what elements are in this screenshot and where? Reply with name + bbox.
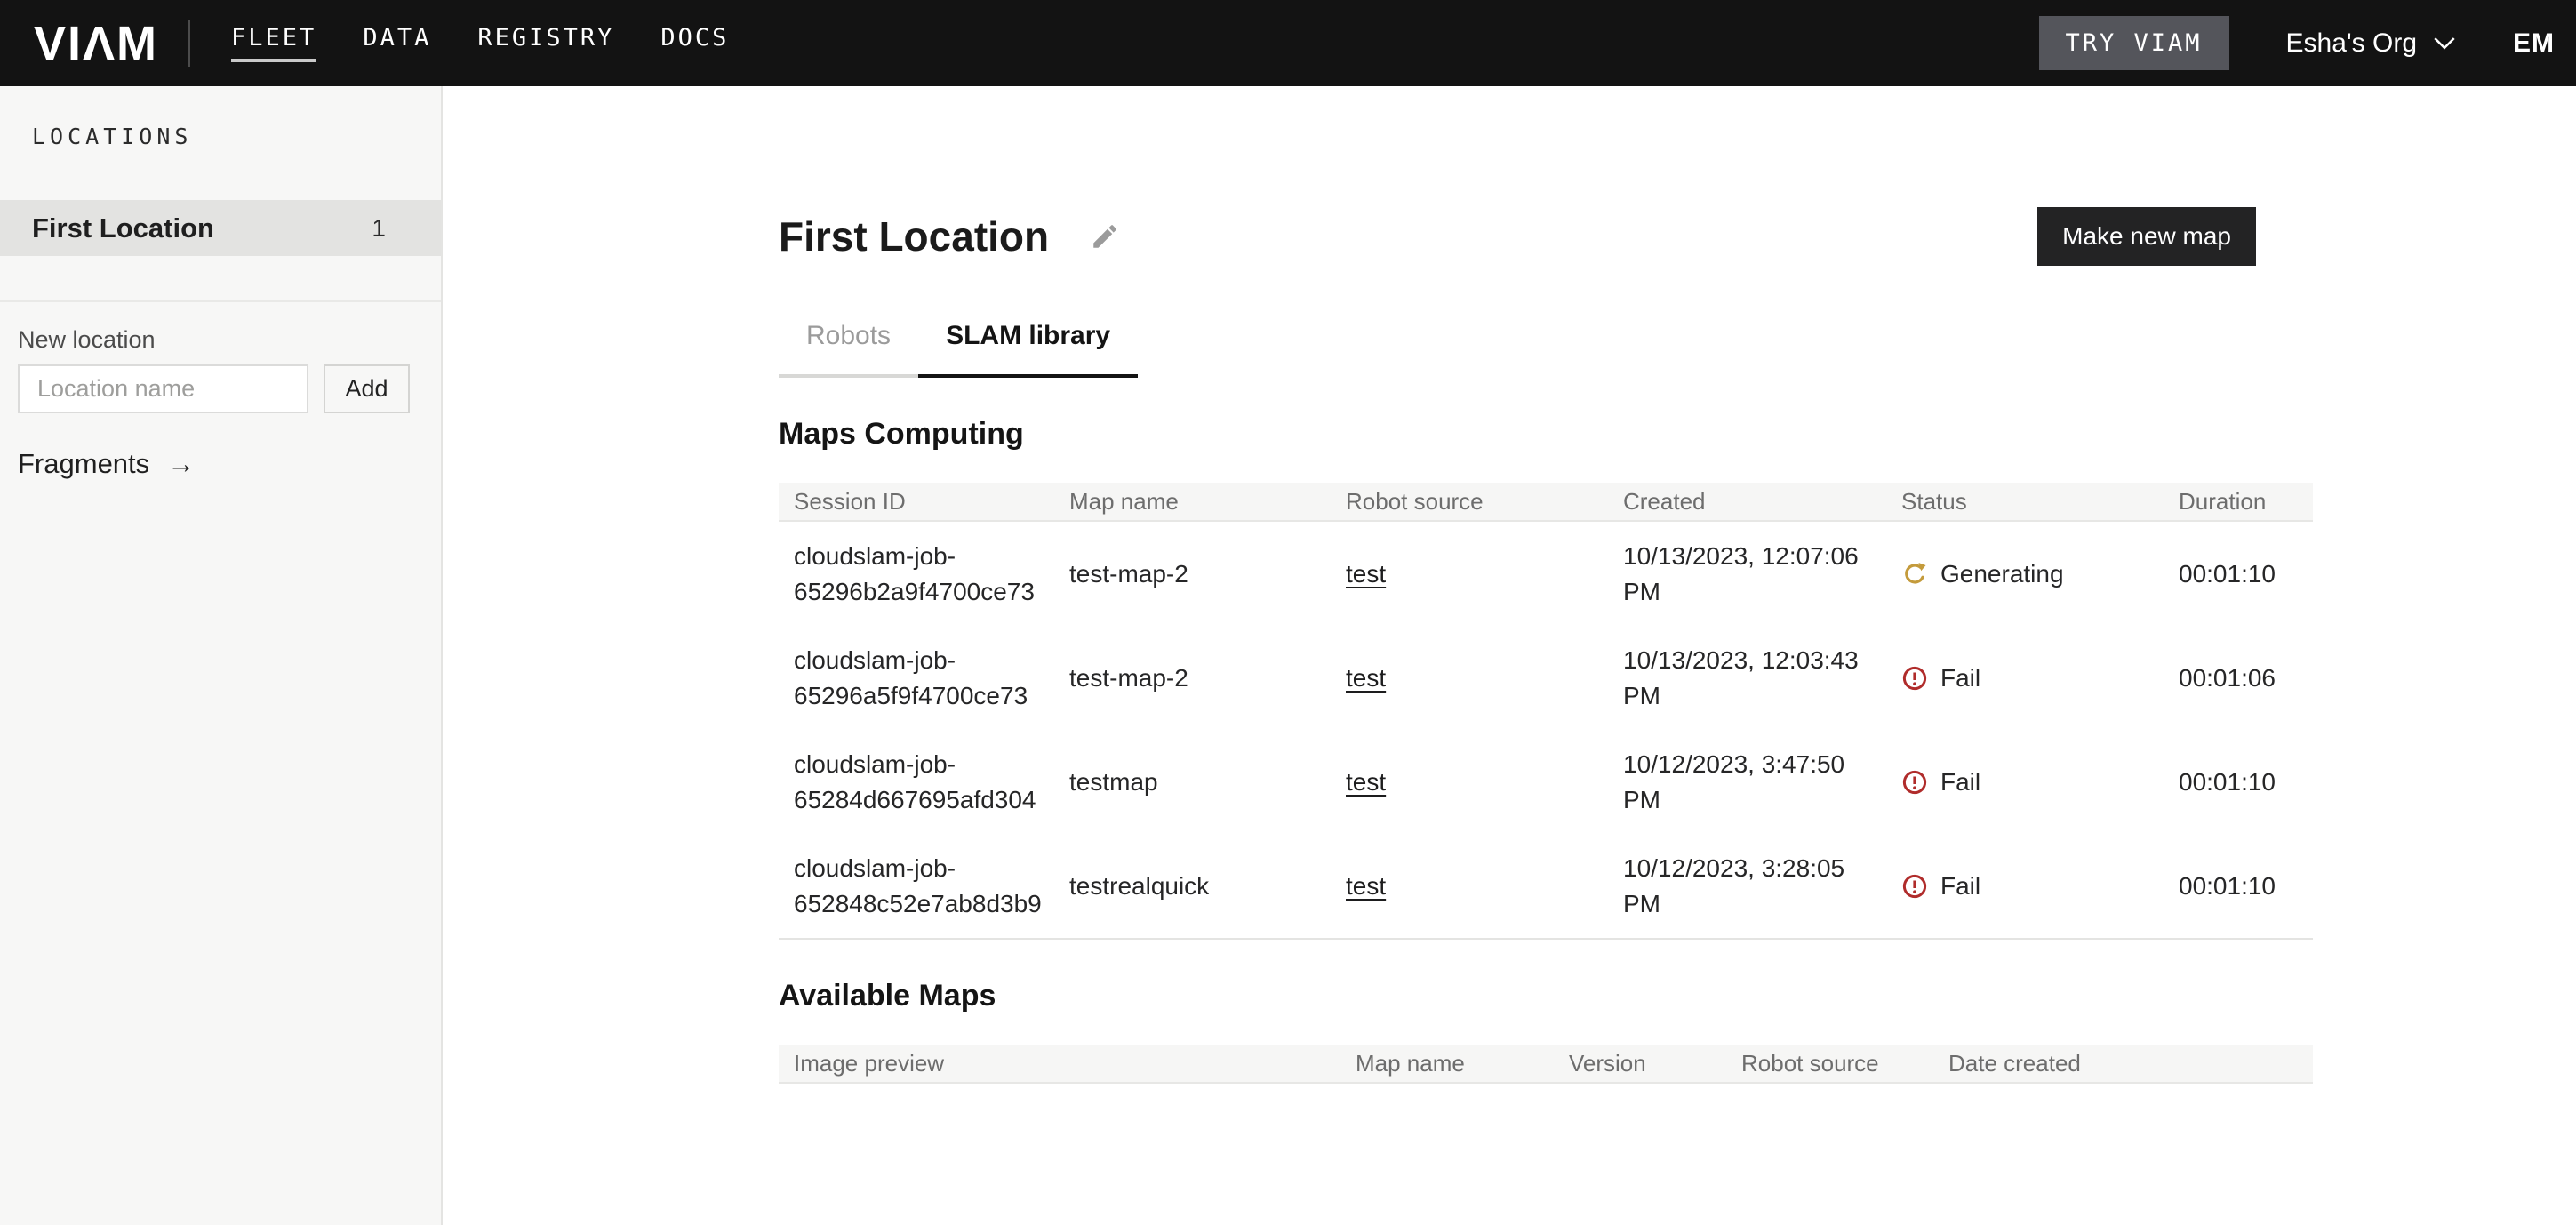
duration-cell: 00:01:10 (2164, 544, 2313, 604)
sidebar-heading: LOCATIONS (32, 124, 192, 149)
session-id-cell: cloudslam-job-652848c52e7ab8d3b9 (779, 838, 1054, 934)
duration-cell: 00:01:06 (2164, 648, 2313, 709)
arrow-right-icon: → (167, 448, 195, 480)
map-name-cell: test-map-2 (1054, 544, 1331, 604)
robot-source-cell: test (1331, 856, 1608, 917)
status-cell: Fail (1886, 648, 2164, 709)
tab[interactable]: Robots (779, 321, 918, 378)
location-name-input[interactable] (18, 364, 308, 413)
map-name-cell: test-map-2 (1054, 648, 1331, 709)
column-header: Duration (2164, 488, 2313, 516)
column-header: Robot source (1331, 488, 1608, 516)
status-cell: Generating (1886, 544, 2164, 604)
robot-source-cell: test (1331, 544, 1608, 604)
top-nav: VIΛM FLEET DATA REGISTRY DOCS TRY VIAM Esha… (0, 0, 2576, 86)
available-maps-table-body (779, 1084, 2313, 1225)
maps-computing-heading: Maps Computing (779, 417, 2313, 452)
new-location-label: New location (18, 326, 156, 354)
title-row: First Location Make new map (779, 207, 2313, 266)
column-header: Image preview (779, 1050, 1340, 1077)
viam-logo[interactable]: VIΛM (34, 16, 158, 71)
column-header: Map name (1054, 488, 1331, 516)
add-location-button[interactable]: Add (324, 364, 410, 413)
created-cell: 10/12/2023, 3:28:05 PM (1608, 838, 1886, 934)
available-maps-table-header: Image previewMap nameVersionRobot source… (779, 1045, 2313, 1084)
column-header: Status (1886, 488, 2164, 516)
nav-item[interactable]: DATA (363, 24, 431, 62)
nav-item[interactable]: FLEET (231, 24, 316, 62)
location-list-item[interactable]: First Location 1 (0, 200, 441, 256)
duration-cell: 00:01:10 (2164, 752, 2313, 813)
status-cell: Fail (1886, 856, 2164, 917)
locations-list: First Location 1 (0, 200, 441, 256)
nav-right: TRY VIAM Esha's Org EM (2039, 16, 2556, 70)
chevron-down-icon (2433, 36, 2456, 50)
new-location-form: Add (18, 364, 410, 413)
make-new-map-button[interactable]: Make new map (2037, 207, 2256, 266)
session-id-cell: cloudslam-job-65296a5f9f4700ce73 (779, 630, 1054, 726)
generating-refresh-icon (1901, 561, 1928, 588)
status-label: Generating (1940, 556, 2064, 592)
status-cell: Fail (1886, 752, 2164, 813)
try-viam-button[interactable]: TRY VIAM (2039, 16, 2229, 70)
robot-source-link[interactable]: test (1346, 664, 1386, 692)
nav-item[interactable]: DOCS (660, 24, 729, 62)
user-avatar[interactable]: EM (2513, 28, 2555, 59)
maps-computing-table-header: Session IDMap nameRobot sourceCreatedSta… (779, 483, 2313, 522)
tab[interactable]: SLAM library (918, 321, 1138, 378)
nav-divider (188, 20, 190, 67)
available-maps-table: Image previewMap nameVersionRobot source… (779, 1045, 2313, 1225)
created-cell: 10/13/2023, 12:03:43 PM (1608, 630, 1886, 726)
fail-alert-icon (1901, 873, 1928, 900)
created-cell: 10/12/2023, 3:47:50 PM (1608, 734, 1886, 830)
column-header: Version (1554, 1050, 1726, 1077)
robot-source-link[interactable]: test (1346, 872, 1386, 900)
org-name: Esha's Org (2286, 28, 2417, 59)
location-count-badge: 1 (372, 214, 386, 243)
duration-cell: 00:01:10 (2164, 856, 2313, 917)
status-label: Fail (1940, 765, 1980, 800)
nav-item[interactable]: REGISTRY (477, 24, 614, 62)
column-header: Robot source (1726, 1050, 1933, 1077)
robot-source-link[interactable]: test (1346, 560, 1386, 588)
tab-bar: RobotsSLAM library (779, 321, 2313, 378)
fragments-link[interactable]: Fragments → (18, 448, 195, 480)
column-header: Map name (1340, 1050, 1554, 1077)
robot-source-cell: test (1331, 752, 1608, 813)
column-header: Date created (1933, 1050, 2313, 1077)
table-row: cloudslam-job-65296b2a9f4700ce73 test-ma… (779, 522, 2313, 626)
column-header: Session ID (779, 488, 1054, 516)
maps-computing-table: Session IDMap nameRobot sourceCreatedSta… (779, 483, 2313, 940)
primary-nav: FLEET DATA REGISTRY DOCS (231, 24, 729, 62)
fail-alert-icon (1901, 665, 1928, 692)
available-maps-heading: Available Maps (779, 979, 2313, 1013)
session-id-cell: cloudslam-job-65284d667695afd304 (779, 734, 1054, 830)
column-header: Created (1608, 488, 1886, 516)
map-name-cell: testrealquick (1054, 856, 1331, 917)
status-label: Fail (1940, 869, 1980, 904)
org-selector[interactable]: Esha's Org (2286, 28, 2456, 59)
fragments-label: Fragments (18, 448, 149, 480)
edit-pencil-icon[interactable] (1090, 221, 1120, 252)
fail-alert-icon (1901, 769, 1928, 796)
page-title: First Location (779, 212, 1049, 260)
sidebar-divider (0, 300, 441, 302)
maps-computing-table-body: cloudslam-job-65296b2a9f4700ce73 test-ma… (779, 522, 2313, 940)
table-row: cloudslam-job-65296a5f9f4700ce73 test-ma… (779, 626, 2313, 730)
table-row: cloudslam-job-65284d667695afd304 testmap… (779, 730, 2313, 834)
location-name: First Location (32, 212, 214, 244)
robot-source-cell: test (1331, 648, 1608, 709)
session-id-cell: cloudslam-job-65296b2a9f4700ce73 (779, 526, 1054, 622)
robot-source-link[interactable]: test (1346, 768, 1386, 796)
locations-sidebar: LOCATIONS First Location 1 New location … (0, 86, 443, 1225)
map-name-cell: testmap (1054, 752, 1331, 813)
created-cell: 10/13/2023, 12:07:06 PM (1608, 526, 1886, 622)
main-content: First Location Make new map RobotsSLAM l… (444, 86, 2576, 1225)
status-label: Fail (1940, 661, 1980, 696)
app-root: VIΛM FLEET DATA REGISTRY DOCS TRY VIAM Esha… (0, 0, 2576, 1225)
table-row: cloudslam-job-652848c52e7ab8d3b9 testrea… (779, 834, 2313, 938)
